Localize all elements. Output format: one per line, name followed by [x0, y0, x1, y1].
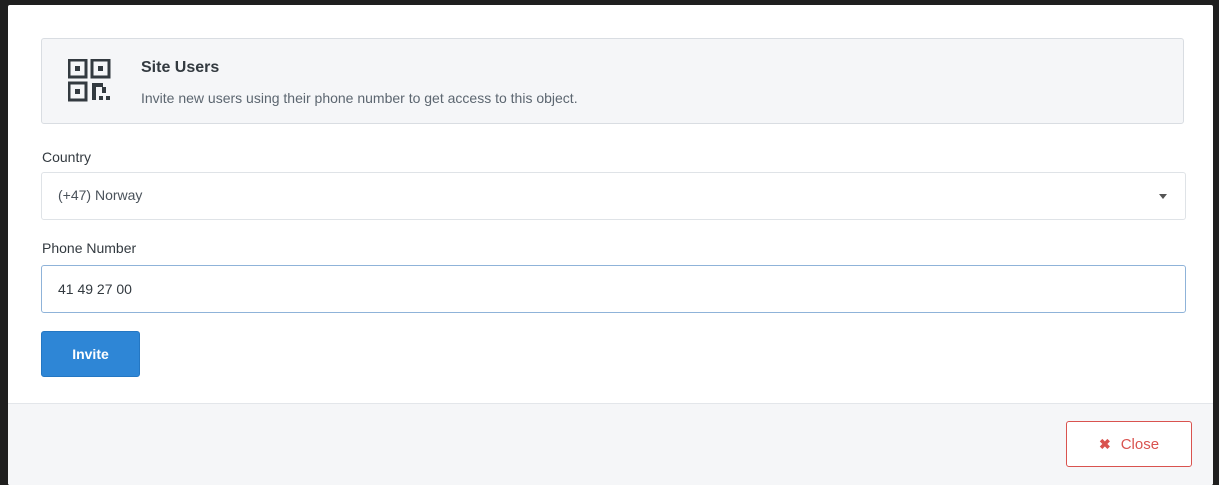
country-selected-value: (+47) Norway [58, 187, 143, 203]
close-button[interactable]: ✖ Close [1066, 421, 1192, 467]
times-icon: ✖ [1098, 435, 1111, 452]
close-button-label: Close [1120, 435, 1160, 453]
caret-down-icon [1159, 194, 1167, 199]
qr-code-icon [68, 59, 111, 102]
phone-number-label: Phone Number [42, 240, 137, 256]
invite-users-modal: Site Users Invite new users using their … [8, 5, 1213, 485]
modal-footer: ✖ Close [8, 403, 1213, 485]
phone-number-input[interactable] [41, 265, 1186, 313]
country-label: Country [42, 149, 92, 165]
modal-body: Site Users Invite new users using their … [8, 5, 1213, 403]
country-select[interactable]: (+47) Norway [41, 172, 1186, 220]
info-description: Invite new users using their phone numbe… [141, 90, 578, 106]
info-title: Site Users [141, 59, 220, 76]
site-users-info-panel: Site Users Invite new users using their … [41, 38, 1184, 124]
invite-button[interactable]: Invite [41, 331, 140, 377]
